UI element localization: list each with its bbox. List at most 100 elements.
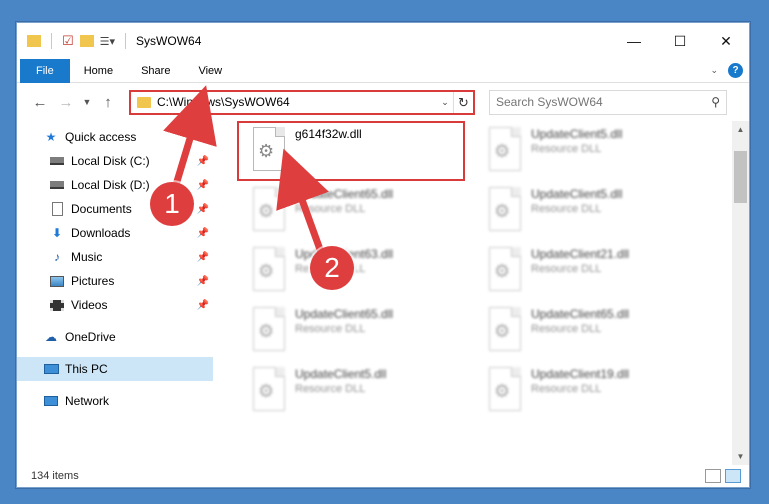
pin-icon[interactable]: 📌 — [197, 276, 209, 287]
file-item[interactable]: ⚙ UpdateClient21.dll Resource DLL — [477, 243, 697, 299]
chevron-down-icon[interactable]: ⌄ — [437, 97, 453, 108]
file-type: Resource DLL — [531, 203, 602, 215]
quick-access-toolbar: ☑ ☰▾ — [27, 33, 130, 49]
file-item[interactable]: ⚙ UpdateClient5.dll Resource DLL — [477, 183, 697, 239]
scroll-down-arrow-icon[interactable]: ▼ — [732, 448, 749, 465]
dll-file-icon: ⚙ — [485, 307, 525, 355]
maximize-button[interactable]: ☐ — [657, 23, 703, 59]
sidebar-item-quick-access[interactable]: ★ Quick access — [17, 125, 213, 149]
cloud-icon: ☁ — [45, 330, 57, 344]
tab-home[interactable]: Home — [70, 59, 127, 83]
details-view-icon[interactable] — [705, 469, 721, 483]
drive-icon — [49, 178, 65, 192]
file-type: Resource DLL — [531, 323, 602, 335]
status-bar: 134 items — [17, 465, 749, 487]
step-marker-2: 2 — [310, 246, 354, 290]
pin-icon[interactable]: 📌 — [197, 156, 209, 167]
sidebar-item-network[interactable]: Network — [17, 389, 213, 413]
folder-icon — [137, 96, 151, 108]
file-item[interactable]: ⚙ UpdateClient5.dll Resource DLL — [477, 123, 697, 179]
large-icons-view-icon[interactable] — [725, 469, 741, 483]
back-arrow-icon[interactable]: ← — [27, 94, 53, 111]
sidebar-item-label: Local Disk (D:) — [71, 178, 150, 192]
help-icon[interactable]: ? — [728, 63, 743, 78]
sidebar-item-music[interactable]: ♪ Music 📌 — [17, 245, 213, 269]
file-type: Resource DLL — [531, 143, 602, 155]
pin-icon[interactable]: 📌 — [197, 204, 209, 215]
forward-arrow-icon[interactable]: → — [53, 94, 79, 111]
address-bar[interactable]: C:\Windows\SysWOW64 ⌄ ↻ — [129, 89, 475, 115]
file-name: UpdateClient5.dll — [531, 127, 623, 141]
file-type: Resource DLL — [295, 203, 366, 215]
videos-icon — [49, 298, 65, 312]
new-folder-icon[interactable] — [79, 35, 94, 47]
file-item[interactable]: ⚙ UpdateClient65.dll Resource DLL — [241, 303, 461, 359]
drive-icon — [49, 154, 65, 168]
download-icon: ⬇ — [51, 226, 63, 240]
sidebar-item-this-pc[interactable]: This PC — [17, 357, 213, 381]
sidebar-item-label: Videos — [71, 298, 108, 312]
navigation-bar: ← → ▼ ↑ C:\Windows\SysWOW64 ⌄ ↻ ⚲ — [17, 83, 749, 121]
search-icon[interactable]: ⚲ — [711, 95, 720, 109]
tab-view[interactable]: View — [184, 59, 236, 83]
pin-icon[interactable]: 📌 — [197, 300, 209, 311]
sidebar-item-label: Downloads — [71, 226, 131, 240]
properties-icon[interactable]: ☑ — [62, 33, 74, 49]
sidebar-item-local-disk-c[interactable]: Local Disk (C:) 📌 — [17, 149, 213, 173]
scroll-thumb[interactable] — [734, 151, 747, 203]
file-item[interactable]: ⚙ UpdateClient65.dll Resource DLL — [477, 303, 697, 359]
sidebar-item-label: Pictures — [71, 274, 115, 288]
file-name: UpdateClient65.dll — [295, 187, 394, 201]
navigation-pane: ★ Quick access Local Disk (C:) 📌 Local D… — [17, 121, 213, 465]
search-box[interactable]: ⚲ — [489, 89, 727, 115]
file-type: Resource DLL — [531, 263, 602, 275]
sidebar-item-onedrive[interactable]: ☁ OneDrive — [17, 325, 213, 349]
file-type: Resource DLL — [295, 323, 366, 335]
explorer-window: ☑ ☰▾ SysWOW64 — ☐ ✕ File Home Share View… — [16, 22, 750, 488]
file-item[interactable]: ⚙ UpdateClient65.dll Resource DLL — [241, 183, 461, 239]
music-icon: ♪ — [54, 250, 60, 264]
star-icon: ★ — [45, 130, 57, 144]
pictures-icon — [49, 274, 65, 288]
file-item[interactable]: ⚙ UpdateClient5.dll Resource DLL — [241, 363, 461, 419]
dll-file-icon: ⚙ — [485, 187, 525, 235]
tab-file[interactable]: File — [20, 58, 70, 83]
computer-icon — [43, 362, 59, 376]
close-button[interactable]: ✕ — [703, 23, 749, 59]
file-name: UpdateClient21.dll — [531, 247, 630, 261]
file-type: Resource DLL — [531, 383, 602, 395]
pin-icon[interactable]: 📌 — [197, 180, 209, 191]
pin-icon[interactable]: 📌 — [197, 252, 209, 263]
dll-file-icon: ⚙ — [249, 367, 289, 415]
sidebar-item-label: This PC — [65, 362, 108, 376]
recent-locations-chevron-icon[interactable]: ▼ — [79, 97, 95, 107]
search-input[interactable] — [496, 95, 712, 109]
vertical-scrollbar[interactable]: ▲ ▼ — [732, 121, 749, 465]
pin-icon[interactable]: 📌 — [197, 228, 209, 239]
up-arrow-icon[interactable]: ↑ — [95, 94, 121, 111]
file-name: UpdateClient65.dll — [531, 307, 630, 321]
sidebar-item-label: Quick access — [65, 130, 137, 144]
sidebar-item-downloads[interactable]: ⬇ Downloads 📌 — [17, 221, 213, 245]
view-toggles — [705, 469, 749, 483]
folder-icon[interactable] — [27, 35, 41, 47]
refresh-icon[interactable]: ↻ — [453, 91, 473, 113]
file-name: UpdateClient19.dll — [531, 367, 630, 381]
customize-toolbar-icon[interactable]: ☰▾ — [100, 35, 115, 48]
file-name: UpdateClient65.dll — [295, 307, 394, 321]
scroll-up-arrow-icon[interactable]: ▲ — [732, 121, 749, 138]
file-name: UpdateClient5.dll — [295, 367, 387, 381]
item-count: 134 items — [31, 470, 79, 482]
minimize-button[interactable]: — — [611, 23, 657, 59]
sidebar-item-label: Local Disk (C:) — [71, 154, 150, 168]
dll-file-icon: ⚙ — [485, 367, 525, 415]
tab-share[interactable]: Share — [127, 59, 184, 83]
toolbar-divider — [125, 33, 127, 49]
expand-ribbon-icon[interactable]: ⌄ — [710, 65, 718, 76]
sidebar-item-pictures[interactable]: Pictures 📌 — [17, 269, 213, 293]
file-item[interactable]: ⚙ UpdateClient19.dll Resource DLL — [477, 363, 697, 419]
address-path[interactable]: C:\Windows\SysWOW64 — [157, 95, 437, 109]
sidebar-item-videos[interactable]: Videos 📌 — [17, 293, 213, 317]
toolbar-divider — [51, 33, 52, 49]
file-type: Resource DLL — [295, 383, 366, 395]
